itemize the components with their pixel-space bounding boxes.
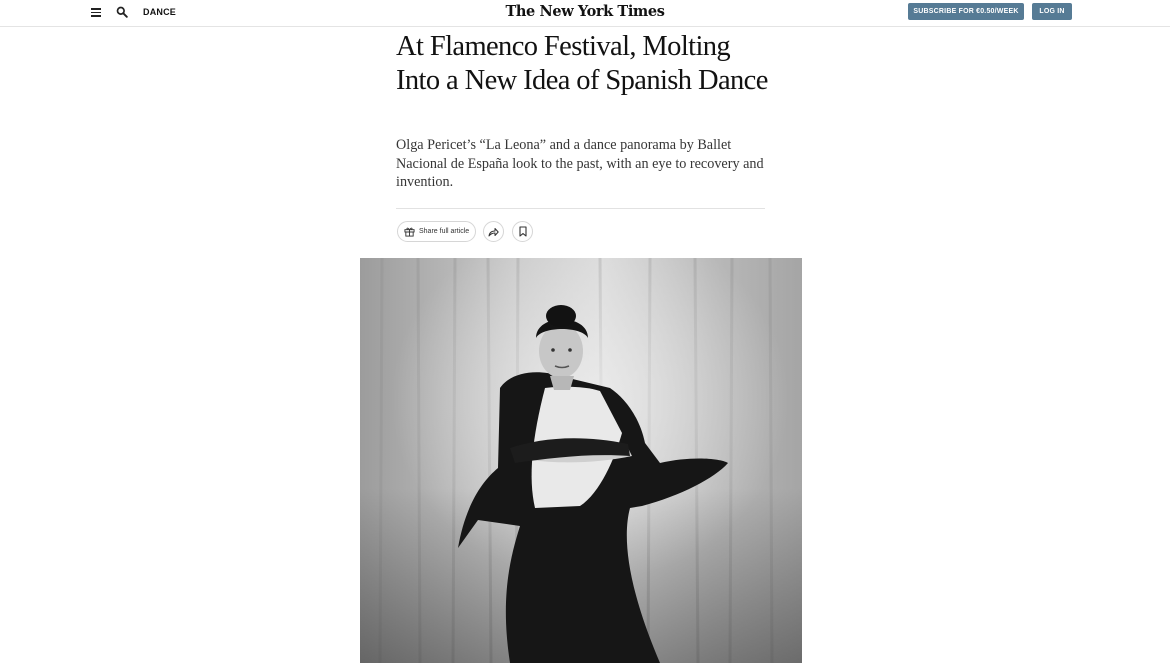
section-link-dance[interactable]: DANCE (143, 7, 176, 17)
nyt-logo[interactable]: The New York Times (504, 3, 666, 20)
hamburger-menu-icon[interactable] (91, 8, 101, 17)
share-full-article-button[interactable]: Share full article (397, 221, 476, 242)
article-summary: Olga Pericet’s “La Leona” and a dance pa… (396, 137, 764, 190)
divider (396, 208, 765, 209)
top-navigation-bar: DANCE The New York Times SUBSCRIBE FOR €… (0, 0, 1170, 27)
share-button-label: Share full article (419, 228, 470, 235)
article-headline: At Flamenco Festival, Molting Into a New… (396, 31, 768, 96)
search-icon[interactable] (116, 6, 128, 18)
login-button[interactable]: LOG IN (1032, 3, 1072, 20)
gift-icon (404, 227, 415, 237)
save-bookmark-button[interactable] (512, 221, 533, 242)
share-button[interactable] (483, 221, 504, 242)
bookmark-icon (518, 226, 527, 237)
subscribe-button[interactable]: SUBSCRIBE FOR €0.50/WEEK (908, 3, 1024, 20)
article-photo (360, 258, 802, 663)
share-arrow-icon (488, 227, 499, 236)
dancer-photo-image (360, 258, 802, 663)
